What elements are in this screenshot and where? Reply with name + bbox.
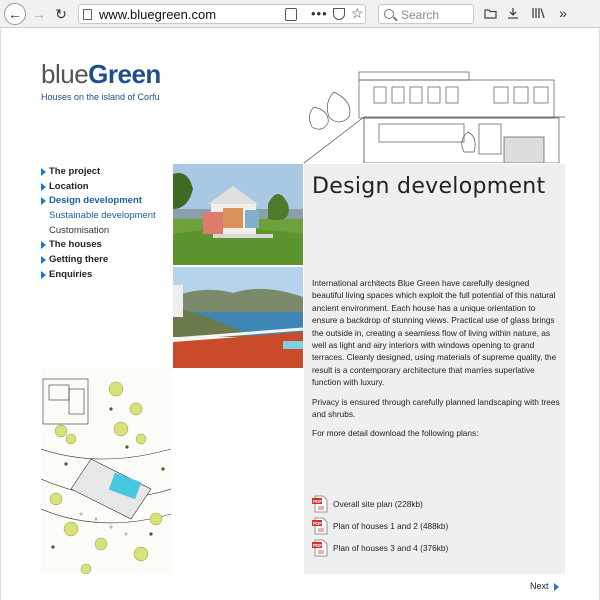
arrow-right-icon: → — [32, 6, 46, 22]
pdf-badge-text: PDF — [313, 543, 322, 548]
reload-icon: ↻ — [55, 5, 67, 22]
downloads-button[interactable] — [505, 5, 521, 21]
nav-subitem-customisation[interactable]: Customisation — [41, 224, 171, 239]
terrace-sea-view-image — [173, 267, 303, 368]
logo-part-green: Green — [88, 59, 161, 89]
intro-paragraph: International architects Blue Green have… — [312, 278, 557, 388]
page-title: Design development — [312, 174, 546, 199]
folder-icon — [483, 8, 497, 19]
library-icon — [531, 8, 545, 19]
house-render-image — [173, 164, 303, 265]
downloads-folder-button[interactable] — [482, 5, 498, 21]
house-elevation-drawing — [303, 62, 566, 164]
url-text: www.bluegreen.com — [99, 7, 217, 22]
pdf-badge-text: PDF — [313, 499, 322, 504]
content-body: International architects Blue Green have… — [312, 277, 562, 447]
next-page-link[interactable]: Next — [530, 581, 559, 591]
site-logo[interactable]: blueGreen Houses on the island of Corfu — [41, 59, 161, 102]
download-icon — [508, 8, 518, 19]
side-navigation: The project Location Design development … — [41, 165, 171, 283]
browser-toolbar: ← → ↻ www.bluegreen.com ••• ☆ Search » — [0, 0, 600, 28]
plan-download-link[interactable]: PDF Overall site plan (228kb) — [312, 495, 423, 513]
plan-download-link[interactable]: PDF Plan of houses 1 and 2 (488kb) — [312, 517, 448, 535]
pdf-file-icon: PDF — [312, 539, 328, 557]
double-chevron-right-icon: » — [559, 5, 567, 21]
reload-button[interactable]: ↻ — [50, 3, 72, 25]
logo-tagline: Houses on the island of Corfu — [41, 92, 160, 102]
logo-wordmark: blueGreen — [41, 59, 161, 90]
nav-subitem-sustainable-development[interactable]: Sustainable development — [41, 209, 171, 224]
pocket-icon[interactable] — [333, 8, 345, 20]
site-plan-drawing — [41, 369, 171, 574]
pdf-badge-text: PDF — [313, 521, 322, 526]
privacy-paragraph: Privacy is ensured through carefully pla… — [312, 396, 560, 420]
web-page: blueGreen Houses on the island of Corfu — [0, 29, 600, 600]
nav-item-design-development[interactable]: Design development — [41, 194, 171, 209]
forward-button[interactable]: → — [28, 3, 50, 25]
library-button[interactable] — [530, 5, 546, 21]
bookmark-star-icon[interactable]: ☆ — [351, 5, 364, 22]
nav-item-location[interactable]: Location — [41, 180, 171, 195]
reader-view-icon[interactable] — [285, 8, 297, 21]
nav-item-the-project[interactable]: The project — [41, 165, 171, 180]
nav-item-enquiries[interactable]: Enquiries — [41, 268, 171, 283]
nav-item-getting-there[interactable]: Getting there — [41, 253, 171, 268]
logo-part-blue: blue — [41, 59, 89, 89]
page-icon — [83, 9, 92, 20]
pdf-file-icon: PDF — [312, 495, 328, 513]
nav-item-the-houses[interactable]: The houses — [41, 238, 171, 253]
page-actions-menu-icon[interactable]: ••• — [311, 6, 328, 21]
address-bar[interactable]: www.bluegreen.com ••• ☆ — [78, 4, 366, 24]
plan-link-label[interactable]: Plan of houses 1 and 2 (488kb) — [333, 521, 448, 531]
plan-link-label[interactable]: Plan of houses 3 and 4 (376kb) — [333, 543, 448, 553]
plan-link-label[interactable]: Overall site plan (228kb) — [333, 499, 423, 509]
search-box[interactable]: Search — [378, 4, 474, 24]
arrow-left-icon: ← — [8, 6, 22, 22]
overflow-menu-button[interactable]: » — [555, 5, 571, 21]
search-icon — [384, 9, 394, 19]
download-plans-intro: For more detail download the following p… — [312, 428, 479, 439]
plan-download-link[interactable]: PDF Plan of houses 3 and 4 (376kb) — [312, 539, 448, 557]
main-content-panel: Design development International archite… — [304, 164, 565, 574]
pdf-file-icon: PDF — [312, 517, 328, 535]
back-button[interactable]: ← — [4, 3, 26, 25]
search-placeholder: Search — [401, 8, 440, 22]
